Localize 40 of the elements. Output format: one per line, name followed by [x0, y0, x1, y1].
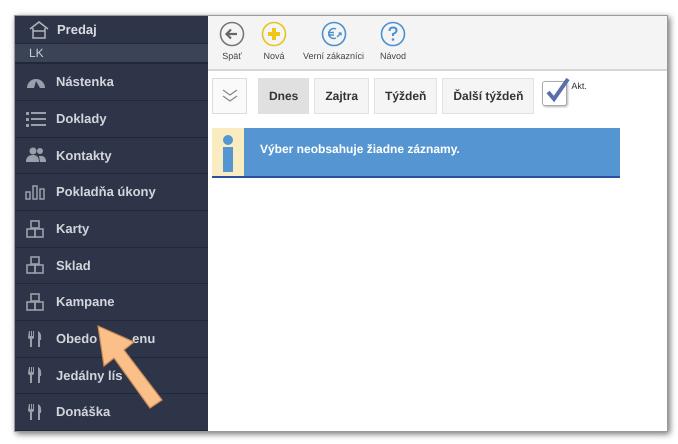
boxes-icon [25, 293, 47, 312]
item-label: enu [132, 330, 156, 348]
sidebar-item[interactable]: Karty [15, 210, 208, 248]
info-message: Výber neobsahuje žiadne záznamy. [259, 141, 460, 158]
info-icon [222, 135, 234, 173]
item-label: Kampane [56, 293, 115, 312]
toolbar-button[interactable]: Späť [211, 21, 253, 64]
filter-tab[interactable]: Ďalší týždeň [442, 78, 534, 114]
item-label: Karty [56, 220, 90, 238]
help-icon [380, 21, 406, 47]
list-icon [25, 110, 47, 127]
item-label: Jedálny lís [56, 366, 122, 385]
item-label: Donáška [56, 403, 110, 422]
expand-button[interactable] [212, 78, 247, 114]
toolbar-button[interactable]: Návod [372, 21, 414, 64]
euro-icon [320, 21, 347, 47]
item-label: Sklad [56, 256, 91, 275]
filter-tab[interactable]: Týždeň [374, 78, 438, 114]
filter-tab[interactable]: Zajtra [314, 78, 370, 114]
toolbar-button[interactable]: Verní zákazníci [295, 21, 372, 64]
filter-tab[interactable]: Dnes [258, 78, 310, 114]
toolbar-button[interactable]: Nová [253, 21, 295, 64]
sidebar-item[interactable]: Kontakty [15, 138, 208, 174]
item-label: Doklady [56, 110, 107, 128]
item-label: Obedo [56, 330, 98, 348]
boxes-icon [25, 220, 47, 238]
bar-chart-icon [25, 184, 47, 200]
sidebar-item[interactable]: Kampane [15, 284, 208, 321]
boxes-icon [25, 256, 47, 274]
plus-icon [261, 21, 287, 47]
item-label: Pokladňa úkony [56, 183, 156, 202]
section-title: Predaj [57, 20, 97, 39]
checkbox-label: Akt. [571, 80, 587, 93]
user-initials: LK [29, 45, 44, 62]
item-label: Nástenka [56, 73, 114, 92]
people-icon [25, 147, 47, 164]
double-chevron-icon [220, 89, 238, 103]
item-label: Kontakty [56, 146, 112, 165]
home-icon [29, 20, 49, 39]
sidebar-item[interactable]: Sklad [15, 248, 208, 284]
